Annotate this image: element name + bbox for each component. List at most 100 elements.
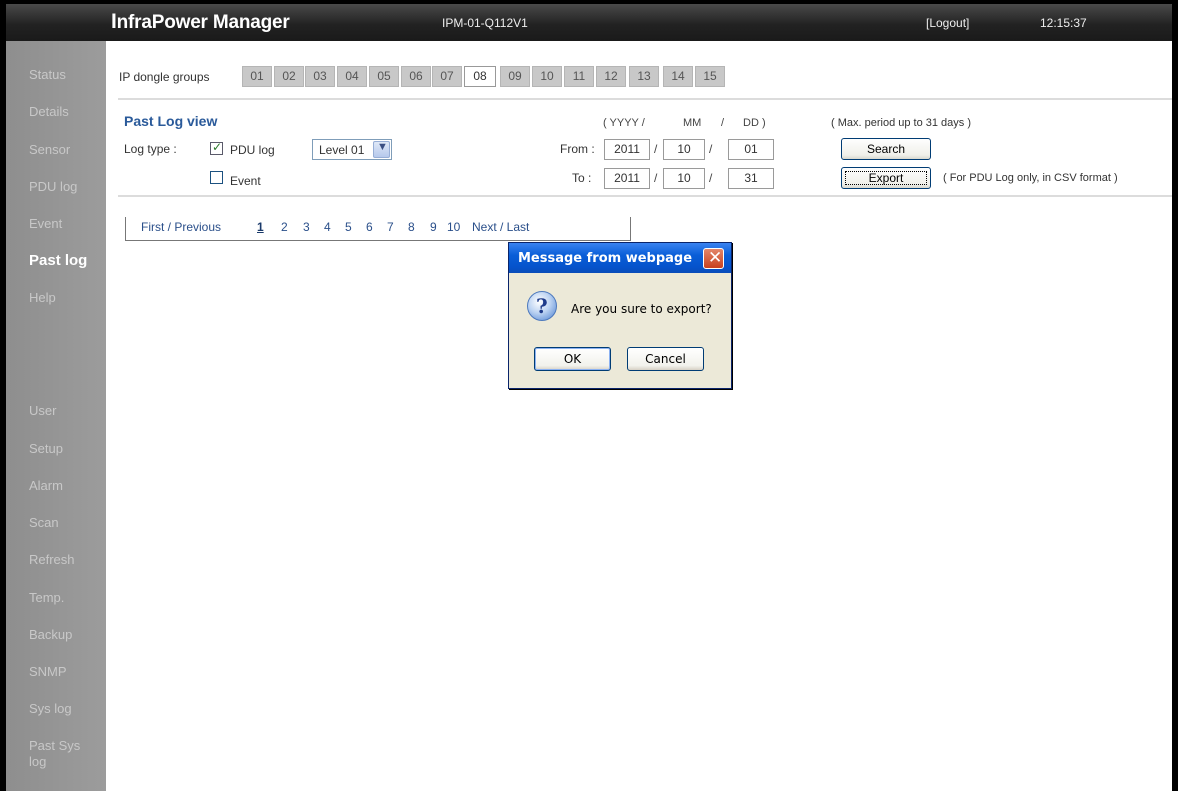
sidebar-item-past-sys-log[interactable]: Past Sys log [6,738,106,770]
page-link-6[interactable]: 6 [366,220,373,234]
sidebar: Status Details Sensor PDU log Event Past… [6,41,106,791]
pdu-log-label: PDU log [230,143,275,157]
event-checkbox[interactable] [210,171,223,184]
to-day-input[interactable]: 31 [728,168,774,189]
yyyy-format-label: ( YYYY / [603,117,645,129]
group-tab-02[interactable]: 02 [274,66,304,87]
divider [118,195,1172,197]
pagination: First / Previous 1 2 3 4 5 6 7 8 9 10 Ne… [125,217,631,241]
sidebar-item-snmp[interactable]: SNMP [6,664,106,680]
main-content: IP dongle groups 01 02 03 04 05 06 07 08… [106,41,1172,791]
page-link-5[interactable]: 5 [345,220,352,234]
check-icon: ✓ [212,140,223,154]
sidebar-item-user[interactable]: User [6,403,106,419]
question-mark-glyph: ? [536,294,548,318]
close-icon: ✕ [708,248,723,267]
event-label: Event [230,174,261,188]
page-link-8[interactable]: 8 [408,220,415,234]
sidebar-item-label: Past Sys [29,738,81,753]
max-period-note: ( Max. period up to 31 days ) [831,117,972,129]
dd-format-label: DD ) [743,117,766,129]
from-day-input[interactable]: 01 [728,139,774,160]
level-select-value: Level 01 [319,143,365,157]
sidebar-item-details[interactable]: Details [6,104,106,120]
page-link-2[interactable]: 2 [281,220,288,234]
from-month-input[interactable]: 10 [663,139,705,160]
logout-link[interactable]: [Logout] [926,16,969,30]
date-separator: / [709,171,713,185]
sidebar-item-sys-log[interactable]: Sys log [6,701,106,717]
sidebar-item-scan[interactable]: Scan [6,515,106,531]
group-tab-15[interactable]: 15 [695,66,725,87]
to-label: To : [572,171,592,185]
page-link-9[interactable]: 9 [430,220,437,234]
top-header-bar: InfraPower Manager IPM-01-Q112V1 [Logout… [6,4,1172,41]
device-id: IPM-01-Q112V1 [442,16,528,30]
browser-viewport: InfraPower Manager IPM-01-Q112V1 [Logout… [6,4,1172,791]
date-separator: / [654,171,658,185]
ok-button[interactable]: OK [534,347,611,371]
group-tab-03[interactable]: 03 [305,66,335,87]
group-tab-09[interactable]: 09 [500,66,530,87]
first-previous-link[interactable]: First / Previous [141,220,221,234]
cancel-button[interactable]: Cancel [627,347,704,371]
divider [118,98,1172,100]
confirm-dialog: Message from webpage ✕ ? Are you sure to… [508,242,732,389]
to-month-input[interactable]: 10 [663,168,705,189]
section-title: Past Log view [124,113,218,129]
pdu-log-checkbox[interactable]: ✓ [210,140,223,155]
group-tab-07[interactable]: 07 [432,66,462,87]
format-separator: / [721,117,725,129]
search-button[interactable]: Search [841,138,931,160]
page-link-4[interactable]: 4 [324,220,331,234]
dialog-close-button[interactable]: ✕ [703,248,724,269]
sidebar-item-backup[interactable]: Backup [6,627,106,643]
clock: 12:15:37 [1040,16,1087,30]
group-tab-05[interactable]: 05 [369,66,399,87]
dialog-message: Are you sure to export? [571,302,712,316]
sidebar-item-refresh[interactable]: Refresh [6,552,106,568]
date-separator: / [709,142,713,156]
group-tab-04[interactable]: 04 [337,66,367,87]
group-tab-14[interactable]: 14 [663,66,693,87]
group-tab-01[interactable]: 01 [242,66,272,87]
group-tab-11[interactable]: 11 [564,66,594,87]
brand-rest: nfraPower Manager [116,12,290,33]
page-link-3[interactable]: 3 [303,220,310,234]
sidebar-item-alarm[interactable]: Alarm [6,478,106,494]
question-icon: ? [527,291,557,321]
from-year-input[interactable]: 2011 [604,139,650,160]
group-tab-06[interactable]: 06 [401,66,431,87]
sidebar-item-event[interactable]: Event [6,216,106,232]
focus-ring [845,171,927,185]
page-link-7[interactable]: 7 [387,220,394,234]
sidebar-item-past-log[interactable]: Past log [6,253,106,269]
sidebar-item-help[interactable]: Help [6,290,106,306]
from-label: From : [560,142,595,156]
sidebar-item-status[interactable]: Status [6,67,106,83]
group-tab-13[interactable]: 13 [629,66,659,87]
ip-dongle-groups-label: IP dongle groups [119,70,210,84]
to-year-input[interactable]: 2011 [604,168,650,189]
dropdown-button[interactable]: ▼ [373,141,390,158]
log-type-label: Log type : [124,142,177,156]
sidebar-item-sensor[interactable]: Sensor [6,142,106,158]
dialog-title-bar[interactable]: Message from webpage ✕ [509,243,731,273]
next-last-link[interactable]: Next / Last [472,220,529,234]
sidebar-item-temp[interactable]: Temp. [6,590,106,606]
chevron-down-icon: ▼ [377,141,388,153]
sidebar-item-setup[interactable]: Setup [6,441,106,457]
group-tab-12[interactable]: 12 [596,66,626,87]
mm-format-label: MM [683,117,702,129]
sidebar-item-label: log [29,754,47,769]
export-button[interactable]: Export [841,167,931,189]
export-note: ( For PDU Log only, in CSV format ) [943,172,1118,184]
page-link-1[interactable]: 1 [257,220,264,234]
level-select[interactable]: Level 01 ▼ [312,139,392,160]
group-tab-10[interactable]: 10 [532,66,562,87]
date-separator: / [654,142,658,156]
group-tab-08[interactable]: 08 [464,66,496,87]
page-link-10[interactable]: 10 [447,220,460,234]
app-brand: InfraPower Manager [111,10,290,34]
sidebar-item-pdu-log[interactable]: PDU log [6,179,106,195]
